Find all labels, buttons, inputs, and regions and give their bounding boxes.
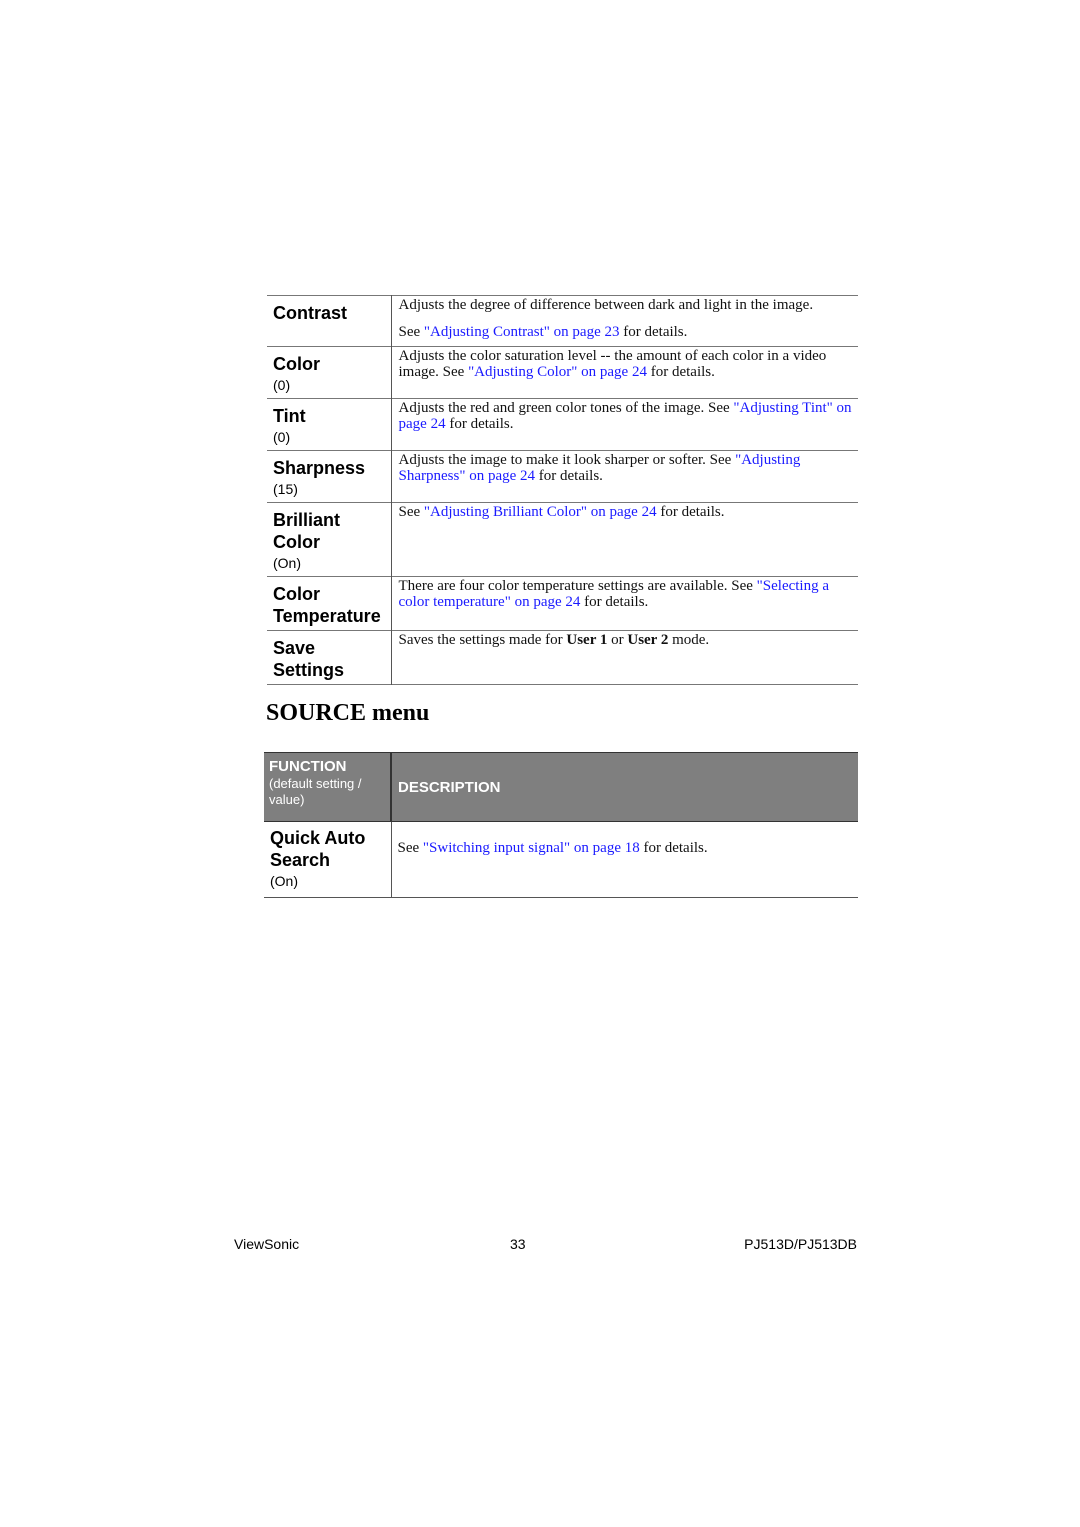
function-name: Sharpness: [273, 458, 366, 478]
table-row: Save Settings Saves the settings made for…: [267, 630, 858, 685]
description-cell: Adjusts the image to make it look sharpe…: [391, 451, 858, 503]
function-cell: Tint (0): [267, 398, 392, 451]
description-cell: Adjusts the red and green color tones of…: [391, 399, 858, 451]
table-row: Contrast Adjusts the degree of difference…: [267, 295, 858, 347]
description-text: See: [397, 840, 423, 856]
cross-reference-link[interactable]: "Adjusting Brilliant Color" on page 24: [424, 504, 657, 520]
function-cell: Color (0): [267, 346, 392, 399]
description-text: for details.: [656, 504, 725, 520]
description-text: Adjusts the red and green color tones of…: [398, 400, 734, 416]
description-text: for details.: [580, 594, 649, 610]
function-header-sublabel: (default setting / value): [269, 776, 362, 807]
function-name: Contrast: [273, 303, 348, 323]
section-title: SOURCE menu: [266, 700, 430, 726]
function-name: Brilliant Color: [273, 510, 341, 552]
default-value: (0): [273, 377, 291, 393]
cross-reference-link[interactable]: "Adjusting Color" on page 24: [468, 364, 647, 380]
function-header-label: FUNCTION: [269, 758, 347, 775]
description-header: DESCRIPTION: [398, 778, 501, 796]
description-text: Saves the settings made for: [398, 632, 567, 648]
description-cell: See "Switching input signal" on page 18 …: [391, 822, 858, 898]
function-cell: Contrast: [267, 295, 392, 347]
description-text: for details.: [639, 840, 708, 856]
description-text: or: [607, 632, 628, 648]
source-menu-table: FUNCTION (default setting / value) DESCR…: [264, 752, 858, 898]
picture-menu-table: Contrast Adjusts the degree of difference…: [267, 295, 858, 685]
table-row: Quick Auto Search (On) See "Switching inpu…: [264, 821, 858, 898]
description-text: for details.: [646, 364, 715, 380]
function-name: Tint: [273, 406, 306, 426]
function-name: Color Temperature: [273, 584, 381, 626]
table-row: Brilliant Color (On) See "Adjusting Brilli…: [267, 502, 858, 577]
bold-text: User 2: [627, 632, 669, 648]
description-text: for details.: [445, 416, 514, 432]
description-cell: Adjusts the degree of difference between…: [391, 296, 858, 347]
footer-model: PJ513D/PJ513DB: [744, 1236, 857, 1252]
default-value: (On): [273, 555, 301, 571]
table-row: Color Temperature There are four color te…: [267, 576, 858, 631]
default-value: (0): [273, 429, 291, 445]
description-text: See: [398, 324, 424, 340]
function-cell: Quick Auto Search (On): [264, 821, 392, 898]
description-cell: There are four color temperature setting…: [391, 577, 858, 631]
description-text: See: [398, 504, 424, 520]
table-row: Sharpness (15) Adjusts the image to make i…: [267, 450, 858, 503]
function-cell: Color Temperature: [267, 576, 392, 631]
page-number: 33: [510, 1236, 526, 1252]
function-name: Quick Auto Search: [270, 828, 366, 870]
function-header: FUNCTION (default setting / value): [264, 752, 392, 822]
description-cell: Saves the settings made for User 1 or Us…: [391, 631, 858, 685]
description-text: Adjusts the degree of difference between…: [398, 297, 814, 313]
function-name: Save Settings: [273, 638, 345, 680]
description-text: Adjusts the image to make it look sharpe…: [398, 452, 736, 468]
function-cell: Sharpness (15): [267, 450, 392, 503]
bold-text: User 1: [566, 632, 608, 648]
description-text: for details.: [619, 324, 688, 340]
default-value: (On): [270, 873, 298, 889]
function-name: Color: [273, 354, 320, 374]
description-text: for details.: [535, 468, 603, 484]
default-value: (15): [273, 481, 298, 497]
table-header-row: FUNCTION (default setting / value) DESCR…: [264, 752, 858, 822]
description-cell: Adjusts the color saturation level -- th…: [391, 347, 858, 399]
cross-reference-link[interactable]: "Switching input signal" on page 18: [423, 840, 640, 856]
description-text: There are four color temperature setting…: [398, 578, 757, 594]
page-footer: ViewSonic 33 PJ513D/PJ513DB: [234, 1236, 857, 1254]
table-row: Color (0) Adjusts the color saturation lev…: [267, 346, 858, 399]
table-row: Tint (0) Adjusts the red and green color t…: [267, 398, 858, 451]
description-text: mode.: [668, 632, 710, 648]
function-cell: Brilliant Color (On): [267, 502, 392, 577]
footer-brand: ViewSonic: [234, 1236, 300, 1252]
cross-reference-link[interactable]: "Adjusting Contrast" on page 23: [424, 324, 620, 340]
function-cell: Save Settings: [267, 630, 392, 685]
description-cell: See "Adjusting Brilliant Color" on page …: [391, 503, 858, 577]
